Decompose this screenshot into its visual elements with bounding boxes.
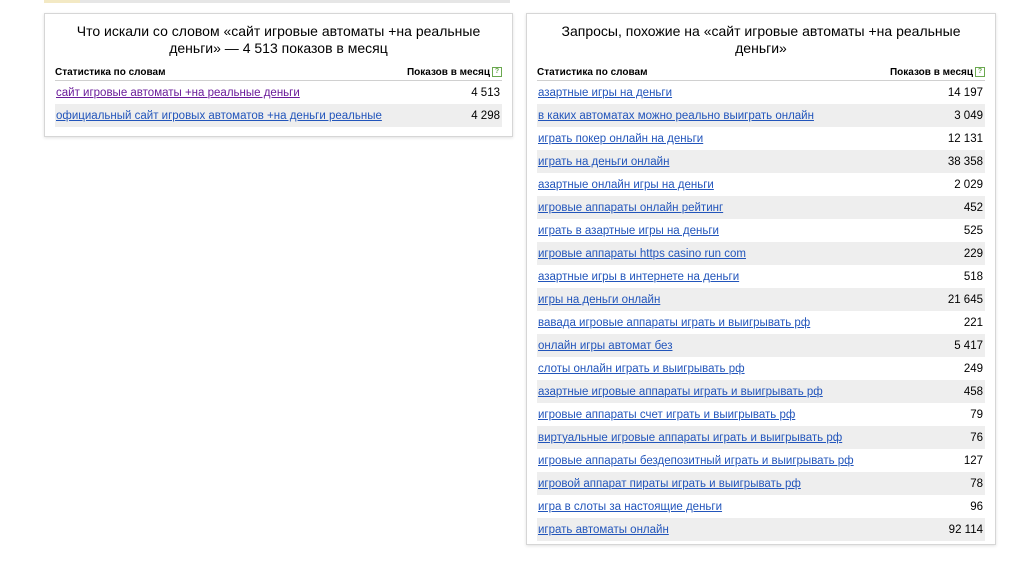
query-link[interactable]: онлайн игры автомат без <box>538 340 672 352</box>
table-row: игровые аппараты счет играть и выигрыват… <box>537 403 985 426</box>
table-row: виртуальные игровые аппараты играть и вы… <box>537 426 985 449</box>
query-link[interactable]: игры на деньги онлайн <box>538 294 660 306</box>
query-link[interactable]: азартные онлайн игры на деньги <box>538 179 714 191</box>
left-table-body: сайт игровые автоматы +на реальные деньг… <box>55 81 502 127</box>
query-link[interactable]: азартные игровые аппараты играть и выигр… <box>538 386 823 398</box>
impressions-count: 525 <box>963 224 983 237</box>
right-table-header: Статистика по словам Показов в месяц ? <box>537 64 985 81</box>
left-col-header-phrase: Статистика по словам <box>55 66 166 78</box>
impressions-count: 3 049 <box>954 109 983 122</box>
impressions-count: 2 029 <box>954 178 983 191</box>
impressions-count: 12 131 <box>947 132 983 145</box>
table-row: азартные онлайн игры на деньги 2 029 <box>537 173 985 196</box>
right-table-body: азартные игры на деньги 14 197 в каких авт… <box>537 81 985 541</box>
table-row: игровые аппараты онлайн рейтинг 452 <box>537 196 985 219</box>
query-link[interactable]: играть автоматы онлайн <box>538 524 669 536</box>
impressions-count: 38 358 <box>947 155 983 168</box>
query-link[interactable]: вавада игровые аппараты играть и выигрыв… <box>538 317 810 329</box>
left-table-header: Статистика по словам Показов в месяц ? <box>55 64 502 81</box>
left-panel-title: Что искали со словом «сайт игровые автом… <box>76 23 481 56</box>
table-row: игровые аппараты бездепозитный играть и … <box>537 449 985 472</box>
top-tab-strip <box>44 0 510 3</box>
table-row: в каких автоматах можно реально выиграть… <box>537 104 985 127</box>
impressions-count: 518 <box>963 270 983 283</box>
impressions-count: 127 <box>963 454 983 467</box>
impressions-count: 4 298 <box>471 109 500 122</box>
table-row: играть на деньги онлайн 38 358 <box>537 150 985 173</box>
query-link[interactable]: игровые аппараты онлайн рейтинг <box>538 202 723 214</box>
impressions-count: 229 <box>963 247 983 260</box>
query-link[interactable]: азартные игры в интернете на деньги <box>538 271 739 283</box>
query-link[interactable]: играть в азартные игры на деньги <box>538 225 719 237</box>
impressions-count: 14 197 <box>947 86 983 99</box>
help-icon[interactable]: ? <box>975 67 985 77</box>
query-link[interactable]: игровые аппараты https casino run com <box>538 248 746 260</box>
right-panel-similar-queries: Запросы, похожие на «сайт игровые автома… <box>526 13 996 545</box>
table-row: азартные игры на деньги 14 197 <box>537 81 985 104</box>
query-link[interactable]: сайт игровые автоматы +на реальные деньг… <box>56 87 300 99</box>
table-row: официальный сайт игровых автоматов +на д… <box>55 104 502 127</box>
query-link[interactable]: игра в слоты за настоящие деньги <box>538 501 722 513</box>
table-row: вавада игровые аппараты играть и выигрыв… <box>537 311 985 334</box>
table-row: онлайн игры автомат без 5 417 <box>537 334 985 357</box>
query-link[interactable]: играть на деньги онлайн <box>538 156 669 168</box>
query-link[interactable]: виртуальные игровые аппараты играть и вы… <box>538 432 842 444</box>
right-col-header-count-wrap: Показов в месяц ? <box>890 67 985 78</box>
left-col-header-count-wrap: Показов в месяц ? <box>407 67 502 78</box>
query-link[interactable]: игровые аппараты бездепозитный играть и … <box>538 455 854 467</box>
impressions-count: 458 <box>963 385 983 398</box>
table-row: сайт игровые автоматы +на реальные деньг… <box>55 81 502 104</box>
impressions-count: 78 <box>970 477 983 490</box>
table-row: игра в слоты за настоящие деньги 96 <box>537 495 985 518</box>
impressions-count: 76 <box>970 431 983 444</box>
query-link[interactable]: слоты онлайн играть и выигрывать рф <box>538 363 745 375</box>
right-col-header-phrase: Статистика по словам <box>537 66 648 78</box>
right-col-header-count: Показов в месяц <box>889 66 973 78</box>
impressions-count: 249 <box>963 362 983 375</box>
table-row: играть в азартные игры на деньги 525 <box>537 219 985 242</box>
query-link[interactable]: азартные игры на деньги <box>538 87 672 99</box>
left-panel-phrase-searches: Что искали со словом «сайт игровые автом… <box>44 13 513 137</box>
table-row: игровые аппараты https casino run com 229 <box>537 242 985 265</box>
table-row: слоты онлайн играть и выигрывать рф 249 <box>537 357 985 380</box>
impressions-count: 92 114 <box>948 523 983 536</box>
table-row: игры на деньги онлайн 21 645 <box>537 288 985 311</box>
impressions-count: 452 <box>963 201 983 214</box>
query-link[interactable]: в каких автоматах можно реально выиграть… <box>538 110 814 122</box>
impressions-count: 79 <box>970 408 983 421</box>
table-row: азартные игры в интернете на деньги 518 <box>537 265 985 288</box>
impressions-count: 5 417 <box>954 339 983 352</box>
table-row: азартные игровые аппараты играть и выигр… <box>537 380 985 403</box>
impressions-count: 21 645 <box>947 293 983 306</box>
query-link[interactable]: официальный сайт игровых автоматов +на д… <box>56 110 382 122</box>
top-tab-strip-segment <box>44 0 80 3</box>
right-panel-title: Запросы, похожие на «сайт игровые автома… <box>561 23 961 56</box>
table-row: игровой аппарат пираты играть и выигрыва… <box>537 472 985 495</box>
impressions-count: 96 <box>970 500 983 513</box>
table-row: играть покер онлайн на деньги 12 131 <box>537 127 985 150</box>
query-link[interactable]: играть покер онлайн на деньги <box>538 133 703 145</box>
help-icon[interactable]: ? <box>492 67 502 77</box>
impressions-count: 4 513 <box>471 86 500 99</box>
query-link[interactable]: игровые аппараты счет играть и выигрыват… <box>538 409 795 421</box>
table-row: играть автоматы онлайн 92 114 <box>537 518 985 541</box>
impressions-count: 221 <box>963 316 983 329</box>
left-col-header-count: Показов в месяц <box>406 66 490 78</box>
query-link[interactable]: игровой аппарат пираты играть и выигрыва… <box>538 478 801 490</box>
